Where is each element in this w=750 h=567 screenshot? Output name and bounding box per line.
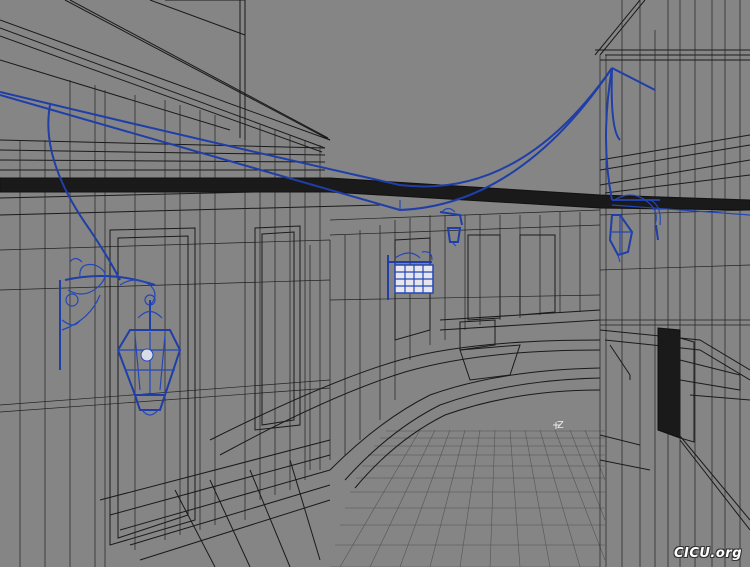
3d-viewport[interactable]: Z CICU.org bbox=[0, 0, 750, 567]
watermark-logo: CICU.org bbox=[673, 546, 742, 561]
floor-grid bbox=[330, 429, 606, 567]
right-building bbox=[594, 0, 750, 567]
lantern-small-center[interactable] bbox=[439, 207, 463, 247]
hanging-cables[interactable] bbox=[0, 67, 750, 281]
lantern-large-left[interactable] bbox=[59, 257, 182, 416]
left-building bbox=[0, 0, 381, 567]
z-axis-label: Z bbox=[557, 420, 564, 431]
wireframe-scene bbox=[0, 0, 750, 567]
